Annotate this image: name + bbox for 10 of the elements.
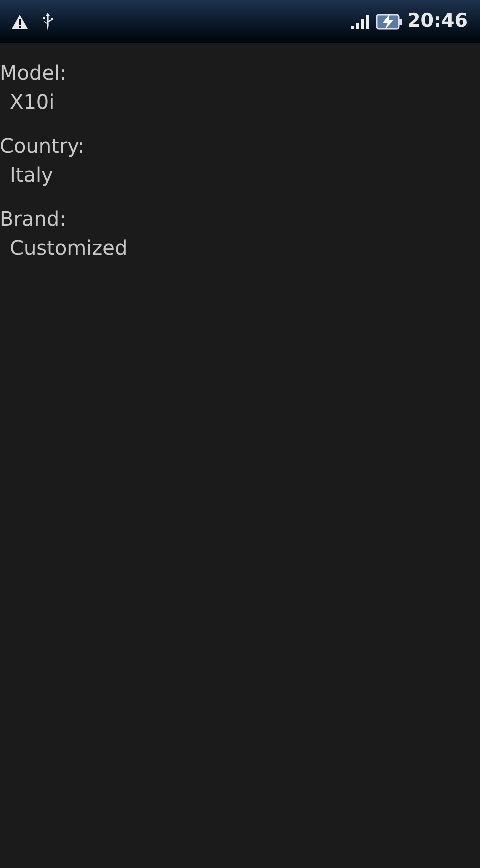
field-value: Italy (9, 162, 54, 189)
clock: 20:46 (408, 9, 468, 34)
field-value: Customized (9, 235, 129, 262)
warning-icon (12, 14, 28, 28)
signal-icon (350, 14, 369, 28)
field-label: Country: (0, 133, 86, 160)
field-label: Model: (0, 60, 68, 87)
field-label: Brand: (0, 206, 68, 233)
field-value: X10i (9, 89, 56, 116)
usb-icon (42, 12, 54, 30)
